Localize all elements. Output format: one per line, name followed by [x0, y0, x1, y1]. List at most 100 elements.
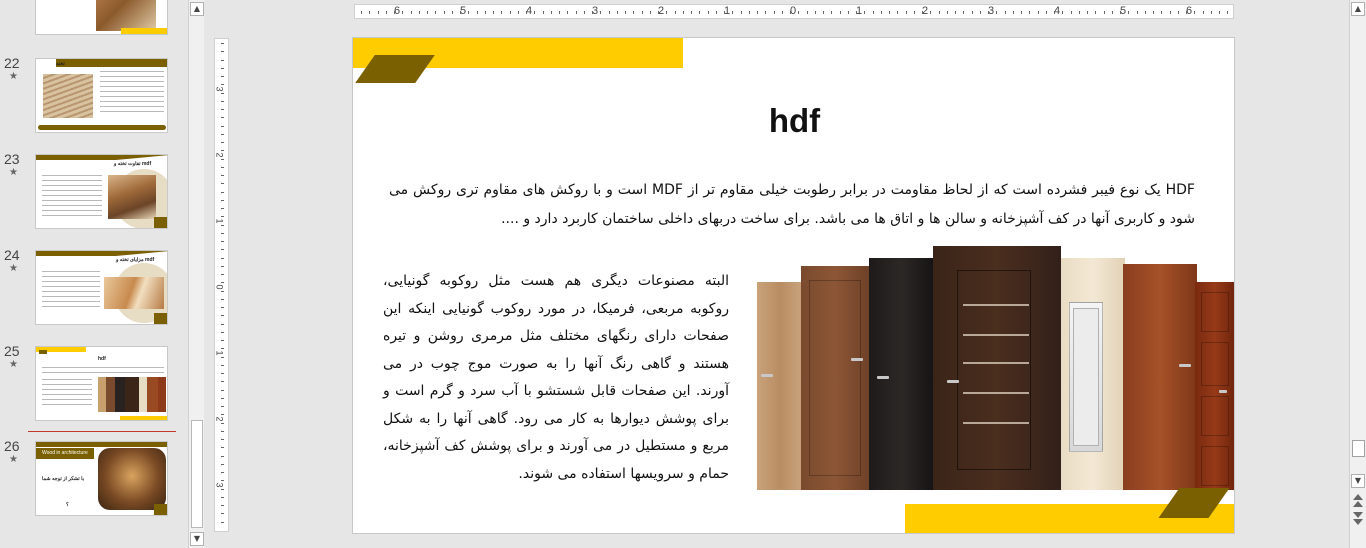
slide-thumbnail[interactable]: Wood in architecture با تشکر از توجه شما… — [35, 441, 168, 516]
ruler-tick — [221, 117, 224, 119]
previous-slide-icon[interactable] — [1353, 494, 1363, 500]
ruler-tick — [847, 11, 849, 14]
ruler-tick — [889, 11, 890, 14]
ruler-tick — [221, 183, 224, 185]
ruler-tick — [616, 11, 618, 14]
thumbnail-title: مزایای تخته و mdf — [116, 257, 155, 263]
door — [933, 246, 1061, 490]
previous-slide-icon-2 — [1353, 501, 1363, 507]
ruler-tick — [1169, 11, 1171, 14]
ruler-tick — [583, 11, 585, 14]
ruler-tick — [221, 430, 224, 432]
ruler-tick — [963, 11, 965, 14]
slide-thumbnail[interactable]: hdf — [35, 346, 168, 421]
ruler-tick — [484, 11, 486, 14]
door — [801, 266, 869, 490]
body-paragraph-1[interactable]: HDF یک نوع فیبر فشرده است که از لحاظ مقا… — [389, 176, 1195, 234]
thumbnail-accent — [36, 155, 167, 160]
slide-canvas[interactable]: hdf HDF یک نوع فیبر فشرده است که از لحاظ… — [352, 37, 1235, 534]
scroll-up-button[interactable]: ▲ — [190, 2, 204, 16]
slide-thumbnail[interactable] — [35, 0, 168, 35]
ruler-tick — [377, 11, 379, 14]
ruler-tick — [691, 11, 692, 14]
ruler-tick — [221, 315, 224, 317]
next-slide-icon[interactable] — [1353, 512, 1363, 518]
ruler-tick — [410, 11, 412, 14]
ruler-tick — [221, 323, 224, 325]
ruler-tick — [221, 356, 224, 358]
ruler-tick — [221, 488, 224, 490]
ruler-tick — [592, 11, 593, 14]
ruler-tick — [913, 11, 915, 14]
slide-number: 22 — [4, 55, 20, 71]
ruler-tick — [559, 11, 560, 14]
ruler-tick — [221, 208, 224, 209]
ruler-tick — [221, 290, 224, 292]
slide-number: 23 — [4, 151, 20, 167]
ruler-tick — [1029, 11, 1031, 14]
ruler-tick — [658, 11, 659, 14]
slide-thumbnail[interactable]: مزایای تخته و mdf — [35, 250, 168, 325]
scroll-down-button[interactable]: ▼ — [1351, 474, 1365, 488]
scroll-up-button[interactable]: ▲ — [1351, 2, 1365, 16]
scroll-down-button[interactable]: ▼ — [190, 532, 204, 546]
ruler-tick — [897, 11, 899, 14]
thumbnail-footer: ؟ — [66, 502, 69, 508]
ruler-tick — [930, 11, 932, 14]
ruler-tick — [1021, 11, 1022, 14]
thumbnail-title: تخته — [56, 61, 65, 67]
door — [757, 282, 803, 490]
ruler-tick — [402, 11, 404, 14]
transition-star-icon: ★ — [9, 454, 18, 465]
slide-title[interactable]: hdf — [353, 102, 1234, 140]
ruler-tick — [221, 455, 224, 457]
ruler-tick — [1177, 11, 1179, 14]
ruler-tick — [674, 11, 676, 14]
ruler-tick — [221, 125, 224, 127]
ruler-tick — [221, 175, 224, 176]
ruler-tick — [221, 142, 224, 143]
ruler-tick — [221, 364, 224, 366]
ruler-tick — [955, 11, 956, 14]
ruler-tick — [1136, 11, 1138, 14]
scrollbar-thumb[interactable] — [191, 420, 203, 528]
slide-thumbnail[interactable]: تفاوت تخته و mdf — [35, 154, 168, 229]
thumbnail-image — [98, 377, 166, 412]
slide-scrollbar[interactable]: ▲ ▼ — [1349, 0, 1366, 548]
doors-image[interactable] — [757, 240, 1234, 490]
ruler-tick — [221, 505, 224, 506]
ruler-tick — [221, 331, 224, 333]
ruler-tick — [221, 84, 224, 86]
door — [869, 258, 933, 490]
thumbnail-accent — [38, 125, 166, 130]
ruler-tick — [394, 11, 395, 14]
next-slide-icon-2 — [1353, 519, 1363, 525]
ruler-tick — [221, 496, 224, 498]
ruler-tick — [1078, 11, 1080, 14]
ruler-tick — [1062, 11, 1064, 14]
ruler-tick — [221, 521, 224, 523]
ruler-tick — [550, 11, 552, 14]
body-paragraph-2[interactable]: البته مصنوعات دیگری هم هست مثل روکوبه گو… — [383, 268, 729, 488]
ruler-tick — [1144, 11, 1146, 14]
ruler-tick — [369, 11, 371, 14]
ruler-tick — [221, 298, 224, 300]
ruler-tick — [221, 158, 224, 160]
ruler-tick — [781, 11, 783, 14]
ruler-tick — [905, 11, 907, 14]
ruler-tick — [699, 11, 701, 14]
ruler-tick — [221, 389, 224, 391]
thumbnail-scrollbar[interactable]: ▲ ▼ — [188, 0, 204, 548]
scrollbar-thumb[interactable] — [1352, 440, 1365, 457]
slide-thumbnail[interactable]: تخته — [35, 58, 168, 133]
ruler-tick — [221, 249, 224, 251]
ruler-tick — [221, 513, 224, 515]
transition-star-icon: ★ — [9, 71, 18, 82]
ruler-tick — [814, 11, 816, 14]
ruler-tick — [1161, 11, 1163, 14]
ruler-tick — [385, 11, 387, 14]
thumbnail-image — [104, 277, 164, 309]
ruler-tick — [476, 11, 478, 14]
ruler-tick — [435, 11, 437, 14]
ruler-tick — [988, 11, 989, 14]
